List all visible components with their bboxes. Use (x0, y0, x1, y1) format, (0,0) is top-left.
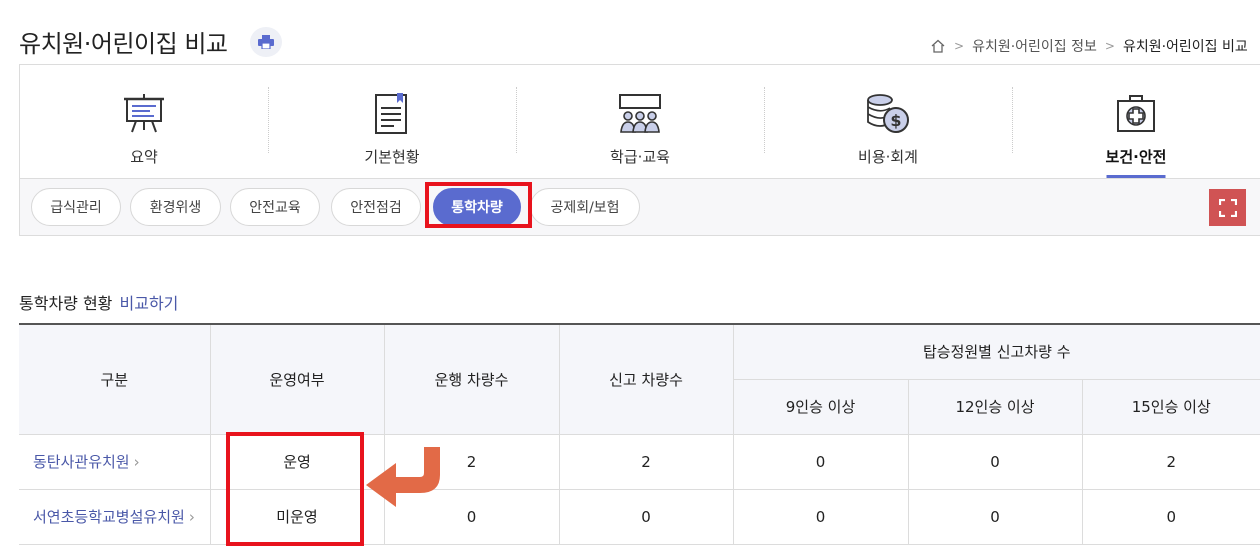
header-cap12: 12인승 이상 (907, 378, 1083, 435)
chevron-right-icon: › (188, 508, 195, 526)
category-label: 기본현황 (364, 148, 420, 166)
category-tab-basic-status[interactable]: 기본현황 (268, 65, 516, 178)
category-label: 학급·교육 (610, 148, 670, 166)
table-row: 동탄사관유치원 › 운영 2 2 0 0 2 (19, 433, 1260, 490)
breadcrumb: > 유치원·어린이집 정보 > 유치원·어린이집 비교 (930, 36, 1248, 56)
sub-tab-hygiene[interactable]: 환경위생 (130, 188, 221, 226)
category-nav: 요약 기본현황 학급·교육 $ 비용·회계 보건·안전 (19, 64, 1260, 179)
cell-vehicles-reported: 2 (558, 433, 734, 490)
sub-tab-safety-inspection[interactable]: 안전점검 (331, 188, 421, 226)
header-vehicles-reported: 신고 차량수 (558, 323, 734, 435)
vehicle-comparison-table: 구분 운영여부 운행 차량수 신고 차량수 탑승정원별 신고차량 수 9인승 이… (19, 323, 1260, 545)
chevron-right-icon: › (133, 453, 140, 471)
svg-text:$: $ (890, 111, 901, 130)
header-cap9: 9인승 이상 (733, 378, 909, 435)
chevron-right-icon: > (954, 39, 965, 53)
section-subtitle: 비교하기 (119, 294, 179, 313)
cell-cap9: 0 (732, 488, 909, 545)
header-vehicles-operating: 운행 차량수 (383, 323, 560, 435)
chevron-right-icon: > (1104, 39, 1115, 53)
home-icon[interactable] (930, 39, 946, 53)
header-operation: 운영여부 (209, 323, 385, 435)
print-button[interactable] (250, 27, 282, 57)
cell-operation: 미운영 (209, 488, 385, 545)
page-title: 유치원·어린이집 비교 (19, 30, 228, 58)
category-label: 요약 (130, 148, 158, 166)
cell-vehicles-reported: 0 (558, 488, 734, 545)
cell-cap12: 0 (907, 433, 1083, 490)
category-label: 보건·안전 (1105, 148, 1167, 166)
kindergarten-link[interactable]: 동탄사관유치원 › (19, 433, 211, 490)
sub-tab-bar: 급식관리 환경위생 안전교육 안전점검 통학차량 공제회/보험 (19, 178, 1260, 236)
sub-tab-meal[interactable]: 급식관리 (31, 188, 121, 226)
header-by-capacity: 탑승정원별 신고차량 수 (732, 323, 1260, 380)
section-title: 통학차량 현황 비교하기 (19, 290, 178, 314)
kindergarten-name: 서연초등학교병설유치원 (33, 508, 185, 526)
fullscreen-button[interactable] (1209, 189, 1246, 226)
curved-arrow-icon (366, 447, 440, 507)
section-title-main: 통학차량 현황 (19, 294, 113, 313)
classroom-people-icon (619, 94, 661, 133)
printer-icon (258, 35, 274, 49)
sub-tab-school-vehicle[interactable]: 통학차량 (433, 188, 521, 226)
category-tab-summary[interactable]: 요약 (20, 65, 268, 178)
document-icon (375, 93, 407, 134)
first-aid-kit-icon (1117, 95, 1155, 132)
cell-cap15: 0 (1081, 488, 1260, 545)
cell-cap12: 0 (907, 488, 1083, 545)
coins-dollar-icon: $ (867, 94, 909, 133)
header-category: 구분 (19, 323, 211, 435)
kindergarten-name: 동탄사관유치원 (33, 453, 130, 471)
category-tab-cost-accounting[interactable]: $ 비용·회계 (764, 65, 1012, 178)
breadcrumb-item-current: 유치원·어린이집 비교 (1122, 39, 1248, 55)
table-row: 서연초등학교병설유치원 › 미운영 0 0 0 0 0 (19, 488, 1260, 545)
category-tab-health-safety[interactable]: 보건·안전 (1012, 65, 1260, 178)
sub-tab-safety-education[interactable]: 안전교육 (230, 188, 320, 226)
sub-tab-mutual-insurance[interactable]: 공제회/보험 (530, 188, 640, 226)
category-tab-class-education[interactable]: 학급·교육 (516, 65, 764, 178)
cell-cap15: 2 (1081, 433, 1260, 490)
breadcrumb-item-info[interactable]: 유치원·어린이집 정보 (972, 36, 1097, 56)
fullscreen-icon (1218, 198, 1237, 217)
cell-cap9: 0 (732, 433, 909, 490)
category-label: 비용·회계 (858, 148, 918, 166)
presentation-board-icon (124, 94, 164, 133)
header-cap15: 15인승 이상 (1081, 378, 1260, 435)
kindergarten-link[interactable]: 서연초등학교병설유치원 › (19, 488, 211, 545)
cell-operation: 운영 (209, 433, 385, 490)
